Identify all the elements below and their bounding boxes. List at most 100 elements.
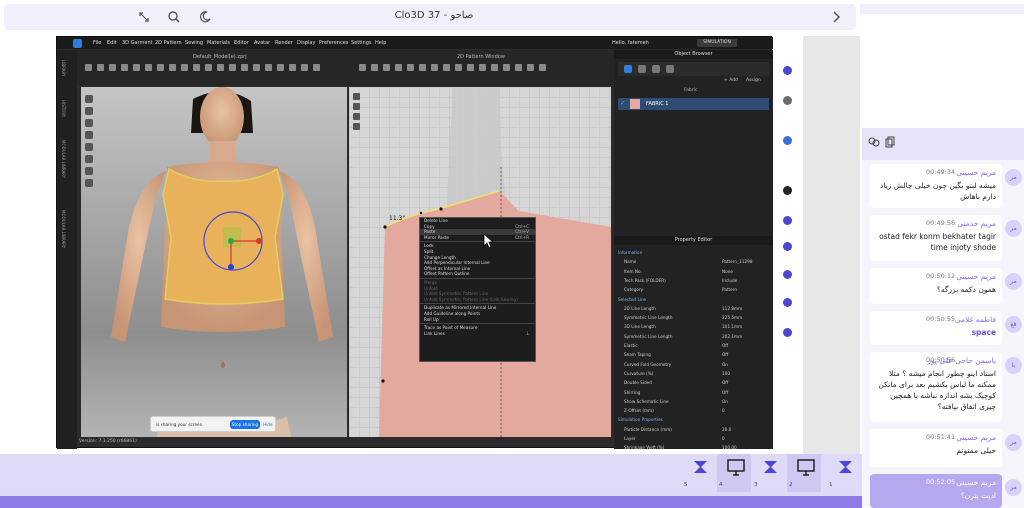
tool-display-icon[interactable] — [289, 64, 296, 71]
tool-grain-icon[interactable] — [503, 64, 510, 71]
property-section[interactable]: Selected Line — [618, 295, 770, 304]
property-row[interactable]: 2D Line Length 112.8mm — [618, 304, 770, 313]
participant-tile[interactable]: 3 — [752, 454, 786, 492]
property-value[interactable]: 100.00 — [722, 443, 737, 452]
fabric-list-item[interactable]: ✓ FABRIC 1 — [618, 98, 769, 110]
view-pressure-icon[interactable] — [85, 179, 93, 187]
view-texture-icon[interactable] — [85, 131, 93, 139]
tool-pin-icon[interactable] — [121, 64, 128, 71]
3d-garment-window[interactable] — [81, 87, 347, 437]
property-value[interactable]: Pattern_11298 — [722, 257, 752, 266]
tool-select-icon[interactable] — [85, 64, 92, 71]
assign-button[interactable]: Assign — [746, 78, 761, 83]
property-value[interactable]: Off — [722, 378, 728, 387]
property-row[interactable]: Elastic Off — [618, 341, 770, 350]
add-button[interactable]: + Add — [724, 78, 738, 83]
participant-tile[interactable]: 1 — [827, 454, 861, 492]
chat-message[interactable]: مریم حسینی 00:51:41 خیلی ممنونم — [870, 429, 1002, 467]
property-value[interactable]: 225.5mm — [722, 313, 742, 322]
view-strain-icon[interactable] — [85, 143, 93, 151]
grid-icon[interactable] — [353, 123, 360, 130]
tool-puckering-icon[interactable] — [265, 64, 272, 71]
property-row[interactable]: Shrinkage Weft (%) 100.00 — [618, 443, 770, 452]
context-menu-item[interactable]: Link Lines L — [420, 331, 535, 337]
property-row[interactable]: Category Pattern — [618, 285, 770, 294]
property-value[interactable]: Off — [722, 350, 728, 359]
tab-fabric-icon[interactable] — [624, 65, 632, 73]
property-value[interactable]: 0 — [722, 406, 725, 415]
tool-topstitch-icon[interactable] — [527, 64, 534, 71]
tab-garment-icon[interactable] — [638, 65, 646, 73]
tool-render-icon[interactable] — [301, 64, 308, 71]
search-icon[interactable] — [166, 9, 182, 25]
menu-avatar[interactable]: Avatar — [254, 40, 270, 46]
property-row[interactable]: Tech Pack (FOLDER) Include — [618, 276, 770, 285]
tool-free-sewing-icon[interactable] — [467, 64, 474, 71]
property-section[interactable]: Simulation Properties — [618, 415, 770, 424]
menu-materials[interactable]: Materials — [207, 40, 230, 46]
chat-message[interactable]: مریم حسینی 00:49:34 میشه لبتو بگین چون خیل… — [870, 164, 1002, 208]
tool-measure-icon[interactable] — [145, 64, 152, 71]
tab-trim-icon[interactable] — [666, 65, 674, 73]
tool-snapshot-icon[interactable] — [313, 64, 320, 71]
tool-texture-icon[interactable] — [157, 64, 164, 71]
menu-settings[interactable]: Settings — [351, 40, 372, 46]
tool-internal-polygon-icon[interactable] — [431, 64, 438, 71]
tool-fold-icon[interactable] — [109, 64, 116, 71]
chat-message[interactable]: یاسمن حاجی علی پور 00:50:56 استاد اینو چطو… — [870, 352, 1002, 422]
tool-polygon-icon[interactable] — [395, 64, 402, 71]
view-avatar-icon[interactable] — [85, 95, 93, 103]
menu-preferences[interactable]: Preferences — [319, 40, 348, 46]
property-row[interactable]: Show Schematic Line On — [618, 397, 770, 406]
tool-segment-sewing-icon[interactable] — [455, 64, 462, 71]
view-garment-icon[interactable] — [85, 107, 93, 115]
rail-modular-label[interactable]: MODULAR LIBRARY — [61, 140, 66, 178]
tool-fabric-icon[interactable] — [491, 64, 498, 71]
tool-edit-pattern-icon[interactable] — [359, 64, 366, 71]
property-value[interactable]: Off — [722, 388, 728, 397]
property-row[interactable]: Symmetric Line Length 225.5mm — [618, 313, 770, 322]
menu-render[interactable]: Render — [275, 40, 293, 46]
property-value[interactable]: 20.0 — [722, 425, 731, 434]
back-icon[interactable] — [828, 9, 844, 25]
property-value[interactable]: Off — [722, 341, 728, 350]
property-row[interactable]: Curved Fold Geometry On — [618, 360, 770, 369]
hide-button[interactable]: Hide — [263, 422, 273, 427]
property-value[interactable]: 202.1mm — [722, 332, 742, 341]
chat-bubbles-icon[interactable] — [868, 136, 880, 148]
rail-modular-label-2[interactable]: MODULAR LIBRARY — [61, 210, 66, 248]
property-value[interactable]: None — [722, 267, 733, 276]
tool-edit-curve-icon[interactable] — [383, 64, 390, 71]
stop-sharing-button[interactable]: Stop sharing — [230, 420, 260, 429]
tool-fit-icon[interactable] — [205, 64, 212, 71]
property-row[interactable]: Particle Distance (mm) 20.0 — [618, 425, 770, 434]
moon-icon[interactable] — [197, 9, 213, 25]
property-value[interactable]: On — [722, 360, 728, 369]
view-fit-icon[interactable] — [85, 167, 93, 175]
tab-avatar-icon[interactable] — [652, 65, 660, 73]
participant-tile[interactable]: 4 — [717, 454, 751, 492]
context-menu-item[interactable]: Mirror Paste Ctrl+R — [420, 235, 535, 241]
tool-trim-icon[interactable] — [539, 64, 546, 71]
tool-steam-icon[interactable] — [193, 64, 200, 71]
property-row[interactable]: Symmetric Line Length 202.1mm — [618, 332, 770, 341]
tool-sewing-icon[interactable] — [277, 64, 284, 71]
property-row[interactable]: Z-Offset (mm) 0 — [618, 406, 770, 415]
context-menu-item[interactable]: Roll Up — [420, 317, 535, 323]
property-row[interactable]: Double Sided Off — [618, 378, 770, 387]
pan-icon[interactable] — [353, 103, 360, 110]
menu-file[interactable]: File — [93, 40, 101, 46]
chat-message[interactable]: مریم حسینی 00:50:12 همون دکمه بزرگه؟ — [870, 268, 1002, 304]
tool-transform-icon[interactable] — [371, 64, 378, 71]
property-value[interactable]: Include — [722, 276, 737, 285]
participant-tile[interactable]: 5 — [682, 454, 716, 492]
property-value[interactable]: Pattern — [722, 285, 737, 294]
menu-sewing[interactable]: Sewing — [185, 40, 203, 46]
tool-button-icon[interactable] — [229, 64, 236, 71]
menu-editor[interactable]: Editor — [234, 40, 249, 46]
check-icon[interactable]: ✓ — [620, 100, 627, 107]
rail-library-label[interactable]: LIBRARY — [61, 60, 66, 76]
tool-layer-icon[interactable] — [181, 64, 188, 71]
property-value[interactable]: 112.8mm — [722, 304, 742, 313]
property-value[interactable]: 100 — [722, 369, 730, 378]
